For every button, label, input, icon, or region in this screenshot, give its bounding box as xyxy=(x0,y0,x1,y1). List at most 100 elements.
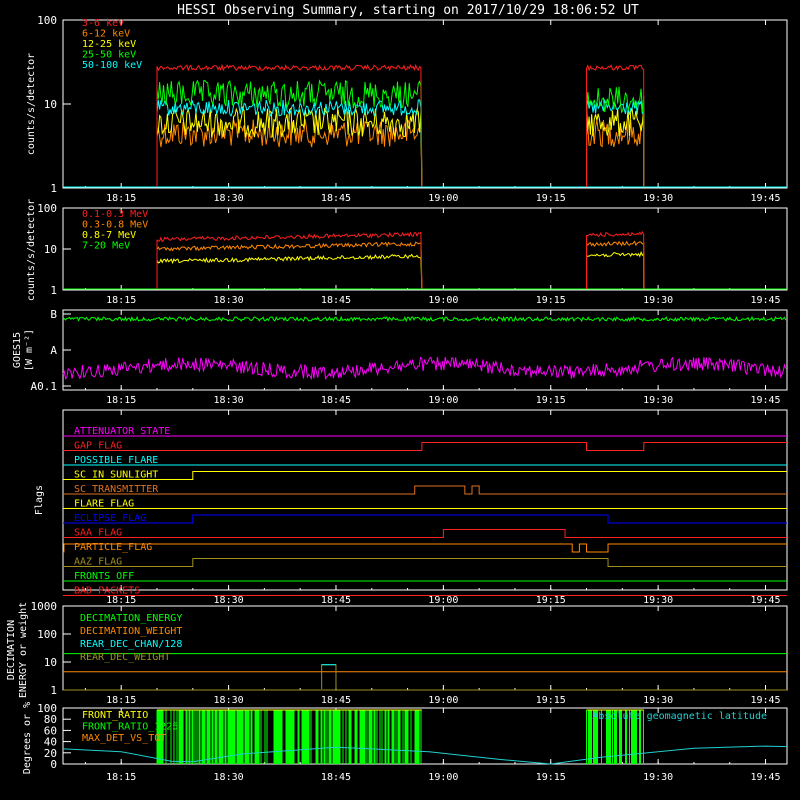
y-tick-label: 100 xyxy=(37,202,57,215)
y-tick-label: 100 xyxy=(37,702,57,715)
x-tick-label: 19:30 xyxy=(643,295,673,306)
x-tick-label: 19:30 xyxy=(643,772,673,783)
x-tick-label: 19:30 xyxy=(643,395,673,406)
x-tick-label: 19:15 xyxy=(536,295,566,306)
series-line xyxy=(585,250,645,290)
flag-line xyxy=(63,485,787,495)
flag-label: SC_IN_SUNLIGHT xyxy=(74,470,158,481)
flag-line xyxy=(63,442,787,451)
series-line xyxy=(586,64,645,188)
flags-panel-frame xyxy=(62,409,788,591)
legend-entry: 50-100 keV xyxy=(82,60,142,71)
legend-entry: 0.8-7 MeV xyxy=(82,230,136,241)
x-tick-label: 18:30 xyxy=(214,695,244,706)
legend-entry: 25-50 keV xyxy=(82,50,136,61)
series-line xyxy=(586,240,645,290)
flag-line xyxy=(63,543,787,553)
low-energy-panel-frame xyxy=(62,19,788,189)
x-tick-label: 19:15 xyxy=(536,695,566,706)
x-tick-label: 18:45 xyxy=(321,295,351,306)
y-axis-label: Flags xyxy=(34,485,45,515)
y-tick-label: 1 xyxy=(50,182,57,195)
x-tick-label: 19:45 xyxy=(750,295,780,306)
y-tick-label: A0.1 xyxy=(31,380,58,393)
legend-entry: MAX_DET_VS_TOT xyxy=(82,733,166,744)
legend-entry: DECIMATION_WEIGHT xyxy=(80,626,182,637)
x-tick-label: 19:00 xyxy=(428,295,458,306)
y-axis-label: counts/s/detector xyxy=(26,199,37,301)
x-tick-label: 18:15 xyxy=(106,295,136,306)
flag-label: ATTENUATOR_STATE xyxy=(74,426,170,437)
legend-entry: 0.1-0.3 MeV xyxy=(82,209,148,220)
x-tick-label: 18:15 xyxy=(106,395,136,406)
x-tick-label: 18:45 xyxy=(321,695,351,706)
flag-line xyxy=(63,514,787,524)
y-tick-label: 80 xyxy=(44,713,57,726)
flag-label: ECLIPSE_FLAG xyxy=(74,513,146,524)
x-tick-label: 18:45 xyxy=(321,772,351,783)
series-line xyxy=(156,105,423,188)
x-tick-label: 19:45 xyxy=(750,193,780,204)
x-tick-label: 19:00 xyxy=(428,695,458,706)
hessi-summary-figure: HESSI Observing Summary, starting on 201… xyxy=(0,0,800,800)
x-tick-label: 18:30 xyxy=(214,595,244,606)
legend-entry: REAR_DEC_CHAN/128 xyxy=(80,639,182,650)
y-axis-label: Degrees or % xyxy=(22,702,33,774)
flag-label: AAZ_FLAG xyxy=(74,557,122,568)
flag-label: SC_TRANSMITTER xyxy=(74,484,159,495)
x-tick-label: 19:45 xyxy=(750,772,780,783)
x-tick-label: 19:30 xyxy=(643,193,673,204)
x-tick-label: 19:30 xyxy=(643,695,673,706)
series-line xyxy=(62,315,787,323)
flag-label: FRONTS_OFF xyxy=(74,571,134,582)
legend-entry: 0.3-0.8 MeV xyxy=(82,220,148,231)
y-tick-label: 100 xyxy=(37,628,57,641)
series-line xyxy=(585,230,645,290)
legend-entry: 3-6 keV xyxy=(82,18,124,29)
x-tick-label: 18:15 xyxy=(106,695,136,706)
y-tick-label: 40 xyxy=(44,736,57,749)
x-tick-label: 18:45 xyxy=(321,595,351,606)
y-tick-label: 10 xyxy=(44,243,57,256)
y-tick-label: A xyxy=(50,344,57,357)
flag-label: SAA_FLAG xyxy=(74,528,122,539)
flag-label: FLARE_FLAG xyxy=(74,499,134,510)
x-tick-label: 19:00 xyxy=(428,595,458,606)
x-tick-label: 19:45 xyxy=(750,595,780,606)
legend-entry: REAR_DEC_WEIGHT xyxy=(80,652,170,663)
x-tick-label: 19:00 xyxy=(428,395,458,406)
legend-entry: 6-12 keV xyxy=(82,29,130,40)
x-tick-label: 18:30 xyxy=(214,772,244,783)
x-tick-label: 19:30 xyxy=(643,595,673,606)
y-tick-label: 1 xyxy=(50,284,57,297)
legend-entry: FRONT_RATIO_1225 xyxy=(82,722,178,733)
y-tick-label: 20 xyxy=(44,747,57,760)
chart-title: HESSI Observing Summary, starting on 201… xyxy=(177,3,639,18)
flag-label: GAP_FLAG xyxy=(74,441,122,452)
x-tick-label: 19:15 xyxy=(536,193,566,204)
series-line xyxy=(156,253,423,290)
latitude-curve xyxy=(63,745,788,765)
y-axis-label: ENERGY or weight xyxy=(18,602,29,698)
y-tick-label: 1 xyxy=(50,684,57,697)
flag-line xyxy=(63,558,787,567)
series-line xyxy=(62,356,787,381)
y-tick-label: 10 xyxy=(44,98,57,111)
legend-entry: FRONT_RATIO xyxy=(82,710,148,721)
x-tick-label: 19:15 xyxy=(536,772,566,783)
y-axis-label: DECIMATION xyxy=(6,620,17,680)
y-tick-label: 0 xyxy=(50,758,57,771)
x-tick-label: 19:15 xyxy=(536,395,566,406)
x-tick-label: 18:30 xyxy=(214,193,244,204)
chart-canvas: HESSI Observing Summary, starting on 201… xyxy=(6,3,788,783)
x-tick-label: 19:00 xyxy=(428,772,458,783)
x-tick-label: 19:45 xyxy=(750,395,780,406)
y-tick-label: B xyxy=(50,308,57,321)
y-tick-label: 60 xyxy=(44,724,57,737)
x-tick-label: 18:45 xyxy=(321,193,351,204)
flag-line xyxy=(63,529,787,538)
y-axis-label: counts/s/detector xyxy=(26,53,37,155)
series-line xyxy=(586,119,645,188)
series-line xyxy=(156,231,423,290)
x-tick-label: 19:00 xyxy=(428,193,458,204)
